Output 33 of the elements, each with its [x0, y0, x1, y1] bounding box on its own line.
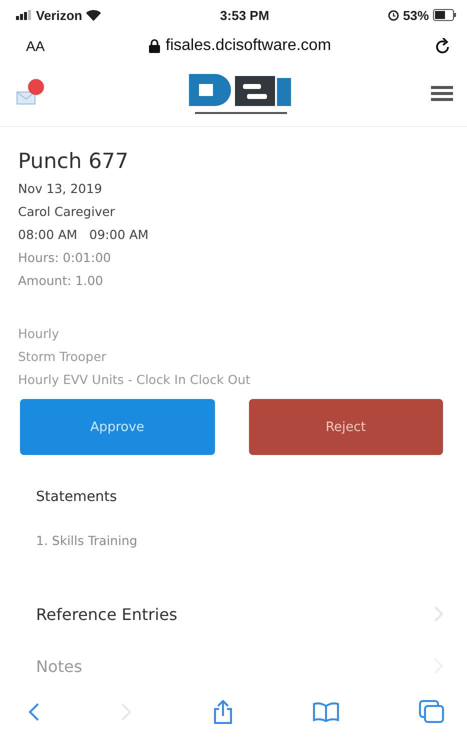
- section-link[interactable]: Reference Entries: [36, 604, 178, 624]
- lock-icon: [148, 39, 160, 53]
- approve-button[interactable]: Approve: [20, 399, 214, 455]
- service-name: Hourly EVV Units - Clock In Clock Out: [18, 371, 252, 389]
- wifi-icon: [86, 10, 102, 20]
- reject-button[interactable]: Reject: [248, 399, 443, 455]
- statements-heading: Statements: [36, 489, 118, 505]
- menu-icon[interactable]: [431, 86, 453, 102]
- chevron-icon: [434, 606, 443, 622]
- book-icon[interactable]: [312, 702, 339, 722]
- signal-icon: [16, 10, 32, 20]
- url-text[interactable]: fisales.dcisoftware.com: [166, 37, 332, 55]
- tabs-icon[interactable]: [419, 700, 445, 724]
- clock-time: 3:53 PM: [220, 8, 270, 22]
- back-icon[interactable]: [28, 702, 40, 722]
- punch-title: Punch 677: [18, 149, 130, 173]
- time-range: 08:00 AM 09:00 AM: [18, 226, 150, 244]
- hours-text: Hours: 0:01:00: [18, 249, 112, 267]
- share-icon[interactable]: [212, 700, 232, 724]
- pay-type: Hourly: [18, 325, 60, 343]
- alarm-icon: [388, 10, 399, 20]
- text-size-button[interactable]: AA: [26, 38, 45, 54]
- battery-icon: [432, 9, 457, 21]
- punch-date: Nov 13, 2019: [18, 180, 104, 198]
- amount-text: Amount: 1.00: [18, 272, 104, 290]
- notification-badge: [28, 79, 44, 95]
- statement-item[interactable]: 1. Skills Training: [36, 533, 431, 548]
- client-name: Storm Trooper: [18, 348, 108, 366]
- caregiver-name: Carol Caregiver: [18, 203, 116, 221]
- mail-icon[interactable]: [16, 91, 36, 105]
- carrier-name: Verizon: [36, 8, 82, 22]
- battery-percent: 53%: [402, 8, 429, 22]
- reload-icon[interactable]: [434, 38, 451, 54]
